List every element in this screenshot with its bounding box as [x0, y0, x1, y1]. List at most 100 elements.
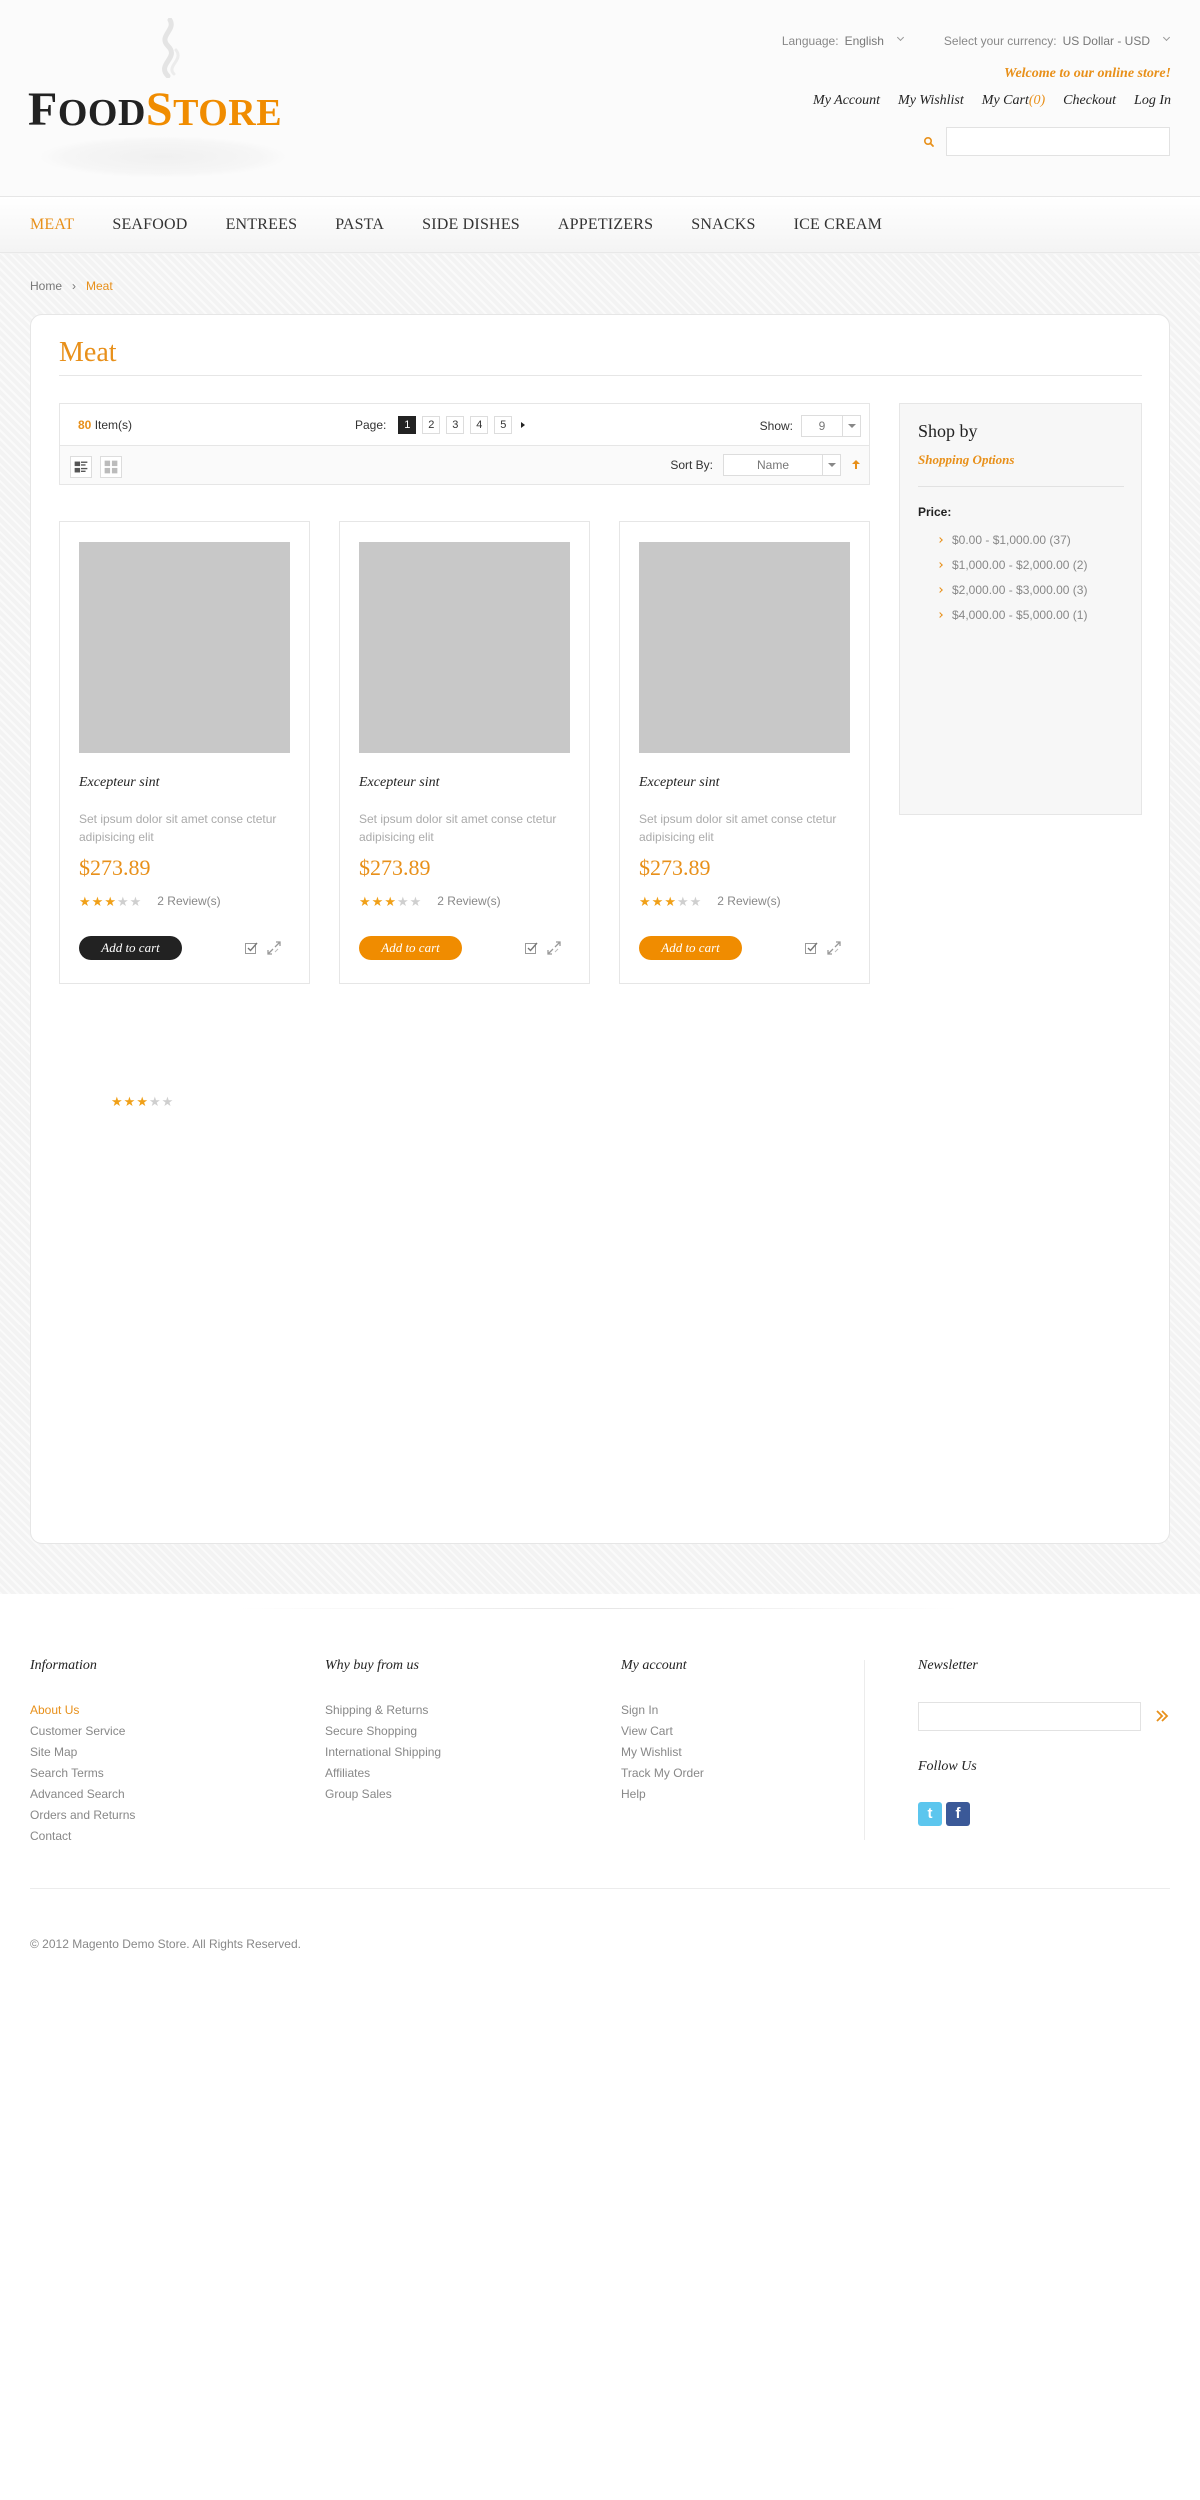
product-image[interactable] — [639, 542, 850, 753]
add-to-cart-button[interactable]: Add to cart — [79, 936, 182, 960]
product-image[interactable] — [359, 542, 570, 753]
my-wishlist-link[interactable]: My Wishlist — [898, 93, 964, 109]
next-page-icon[interactable] — [518, 416, 528, 434]
product-name[interactable]: Excepteur sint — [639, 775, 719, 791]
nav-item-entrees[interactable]: Entrees — [226, 216, 298, 234]
page-1[interactable]: 1 — [398, 416, 417, 434]
footer-link[interactable]: Track My Order — [621, 1763, 704, 1784]
footer-link[interactable]: About Us — [30, 1700, 135, 1721]
item-count: 80 Item(s) — [78, 418, 132, 432]
product-name[interactable]: Excepteur sint — [359, 775, 439, 791]
facebook-icon[interactable]: f — [946, 1802, 970, 1826]
star-icon: ★ — [129, 893, 142, 909]
add-to-cart-button[interactable]: Add to cart — [639, 936, 742, 960]
footer-link[interactable]: Contact — [30, 1826, 135, 1847]
compare-icon[interactable] — [546, 940, 562, 956]
footer-link[interactable]: International Shipping — [325, 1742, 441, 1763]
login-link[interactable]: Log In — [1134, 93, 1171, 109]
footer-heading: Why buy from us — [325, 1658, 419, 1673]
compare-icon[interactable] — [826, 940, 842, 956]
footer-link[interactable]: Advanced Search — [30, 1784, 135, 1805]
twitter-icon[interactable]: t — [918, 1802, 942, 1826]
subscribe-arrow-icon[interactable] — [1154, 1708, 1170, 1724]
price-filter-item[interactable]: $4,000.00 - $5,000.00 (1) — [938, 603, 1087, 628]
sort-by: Sort By: Name — [670, 454, 861, 476]
sort-arrow-icon[interactable] — [851, 458, 861, 472]
footer-top-divider — [240, 1608, 960, 1609]
reviews-link[interactable]: 2 Review(s) — [157, 894, 220, 908]
footer-link[interactable]: Search Terms — [30, 1763, 135, 1784]
show-per-page: Show: 9 — [760, 415, 861, 437]
search-form — [922, 127, 1170, 156]
nav-item-appetizers[interactable]: Appetizers — [558, 216, 653, 234]
nav-item-meat[interactable]: Meat — [30, 216, 74, 234]
nav-item-side-dishes[interactable]: Side Dishes — [422, 216, 520, 234]
title-divider — [59, 375, 1142, 376]
star-icon: ★ — [651, 893, 664, 909]
currency-label: Select your currency: — [943, 34, 1057, 48]
account-links: My Account My Wishlist My Cart(0) Checko… — [813, 93, 1171, 109]
product-image[interactable] — [79, 542, 290, 753]
search-input[interactable] — [946, 127, 1170, 156]
footer-link[interactable]: Help — [621, 1784, 704, 1805]
wishlist-icon[interactable] — [244, 941, 258, 955]
footer-link[interactable]: Sign In — [621, 1700, 704, 1721]
nav-item-snacks[interactable]: Snacks — [691, 216, 755, 234]
footer-link[interactable]: Group Sales — [325, 1784, 441, 1805]
footer-link[interactable]: View Cart — [621, 1721, 704, 1742]
site-header: FOODSTORE Language: English Select your … — [0, 0, 1200, 197]
footer-link[interactable]: Affiliates — [325, 1763, 441, 1784]
price-filter-item[interactable]: $2,000.00 - $3,000.00 (3) — [938, 578, 1087, 603]
star-icon: ★ — [639, 893, 651, 909]
star-icon: ★ — [79, 893, 91, 909]
nav-item-ice-cream[interactable]: Ice cream — [794, 216, 882, 234]
sort-select[interactable]: Name — [723, 454, 841, 476]
product-price: $273.89 — [79, 855, 151, 880]
star-icon: ★ — [359, 893, 371, 909]
page-2[interactable]: 2 — [422, 416, 441, 434]
rating-stars: ★ ★ ★ ★ ★ — [359, 895, 421, 908]
wishlist-icon[interactable] — [804, 941, 818, 955]
nav-item-pasta[interactable]: Pasta — [335, 216, 384, 234]
price-filter-item[interactable]: $0.00 - $1,000.00 (37) — [938, 528, 1087, 553]
star-icon: ★ — [676, 893, 689, 909]
list-view-button[interactable] — [70, 456, 92, 478]
star-icon: ★ — [664, 893, 676, 909]
grid-view-icon — [104, 460, 118, 474]
shop-by-heading: Shop by — [918, 421, 978, 441]
currency-switcher[interactable]: Select your currency: US Dollar - USD — [944, 34, 1172, 48]
rating-stars: ★ ★ ★ ★ ★ — [79, 895, 141, 908]
checkout-link[interactable]: Checkout — [1063, 93, 1116, 109]
search-icon[interactable] — [922, 135, 936, 149]
view-mode — [70, 456, 122, 478]
footer-heading: Information — [30, 1658, 97, 1673]
nav-item-seafood[interactable]: Seafood — [112, 216, 187, 234]
my-account-link[interactable]: My Account — [813, 93, 880, 109]
wishlist-icon[interactable] — [524, 941, 538, 955]
rating-stars: ★ ★ ★ ★ ★ — [639, 895, 701, 908]
logo[interactable]: FOODSTORE — [28, 18, 288, 178]
footer-link-list: Shipping & Returns Secure Shopping Interna… — [325, 1700, 441, 1805]
footer-link[interactable]: Orders and Returns — [30, 1805, 135, 1826]
reviews-link[interactable]: 2 Review(s) — [437, 894, 500, 908]
show-select[interactable]: 9 — [801, 415, 861, 437]
reviews-link[interactable]: 2 Review(s) — [717, 894, 780, 908]
footer-link[interactable]: Secure Shopping — [325, 1721, 441, 1742]
grid-view-button[interactable] — [100, 456, 122, 478]
compare-icon[interactable] — [266, 940, 282, 956]
add-to-cart-button[interactable]: Add to cart — [359, 936, 462, 960]
footer-link[interactable]: Customer Service — [30, 1721, 135, 1742]
page-5[interactable]: 5 — [494, 416, 513, 434]
footer-link[interactable]: Site Map — [30, 1742, 135, 1763]
page-4[interactable]: 4 — [470, 416, 489, 434]
breadcrumb-home[interactable]: Home — [30, 279, 62, 293]
star-icon: ★ — [91, 893, 104, 909]
page-3[interactable]: 3 — [446, 416, 465, 434]
my-cart-link[interactable]: My Cart(0) — [982, 93, 1045, 109]
newsletter-email-input[interactable] — [918, 1702, 1141, 1731]
footer-link[interactable]: My Wishlist — [621, 1742, 704, 1763]
footer-link[interactable]: Shipping & Returns — [325, 1700, 441, 1721]
language-switcher[interactable]: Language: English — [782, 34, 906, 48]
price-filter-item[interactable]: $1,000.00 - $2,000.00 (2) — [938, 553, 1087, 578]
product-name[interactable]: Excepteur sint — [79, 775, 159, 791]
